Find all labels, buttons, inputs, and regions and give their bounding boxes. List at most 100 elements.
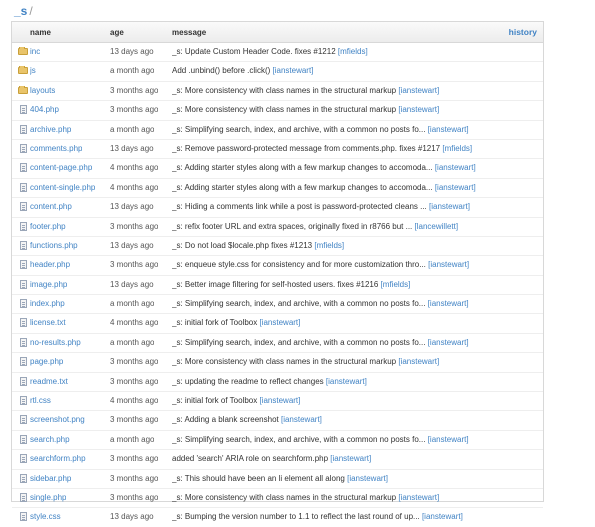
file-name-link[interactable]: content-page.php [30, 163, 92, 172]
file-age: 3 months ago [110, 260, 159, 270]
commit-author-link[interactable]: [ianstewart] [281, 415, 322, 424]
file-name-link[interactable]: no-results.php [30, 338, 81, 347]
commit-author-link[interactable]: [ianstewart] [259, 318, 300, 327]
commit-message-text: _s: More consistency with class names in… [172, 85, 397, 95]
commit-author-link[interactable]: [ianstewart] [398, 105, 439, 114]
file-icon [18, 299, 29, 309]
commit-message-text: _s: updating the readme to reflect chang… [172, 376, 324, 386]
file-name-link[interactable]: 404.php [30, 105, 59, 114]
file-age: 4 months ago [110, 318, 159, 328]
commit-message-text: _s: Hiding a comments link while a post … [172, 202, 427, 212]
table-row: search.php a month ago _s: Simplifying sea… [12, 429, 543, 449]
file-age: 4 months ago [110, 163, 159, 173]
commit-author-link[interactable]: [ianstewart] [273, 66, 314, 75]
file-name-link[interactable]: index.php [30, 299, 65, 308]
commit-author-link[interactable]: [mfields] [442, 144, 472, 153]
column-header-name: name [30, 28, 51, 37]
commit-author-link[interactable]: [ianstewart] [347, 474, 388, 483]
file-name-link[interactable]: comments.php [30, 144, 82, 153]
file-name-link[interactable]: layouts [30, 86, 55, 95]
file-age: 13 days ago [110, 47, 154, 56]
file-icon [18, 143, 29, 153]
commit-author-link[interactable]: [ianstewart] [435, 183, 476, 192]
file-name-link[interactable]: single.php [30, 493, 66, 502]
file-age: 3 months ago [110, 85, 159, 95]
file-name-link[interactable]: license.txt [30, 318, 66, 327]
commit-message-text: _s: More consistency with class names in… [172, 105, 397, 115]
commit-message-text: _s: Remove password-protected message fr… [172, 143, 441, 153]
commit-author-link[interactable]: [ianstewart] [428, 338, 469, 347]
commit-author-link[interactable]: [ianstewart] [428, 125, 469, 134]
table-row: content.php 13 days ago _s: Hiding a comme… [12, 197, 543, 216]
commit-message: _s: This should have been an li element … [172, 474, 540, 483]
commit-message: _s: More consistency with class names in… [172, 357, 540, 366]
column-header-message: message [172, 28, 207, 37]
file-age: 13 days ago [110, 240, 154, 250]
file-icon [18, 337, 29, 347]
file-name-link[interactable]: content-single.php [30, 183, 95, 192]
commit-message-text: _s: refix footer URL and extra spaces, o… [172, 221, 413, 231]
file-icon [18, 279, 29, 289]
file-name-link[interactable]: style.css [30, 512, 61, 521]
commit-message-text: _s: initial fork of Toolbox [172, 318, 258, 328]
commit-author-link[interactable]: [ianstewart] [435, 163, 476, 172]
file-list: inc 13 days ago _s: Update Custom Header C… [12, 43, 543, 527]
file-age: a month ago [110, 66, 155, 76]
table-row: functions.php 13 days ago _s: Do not load … [12, 235, 543, 255]
commit-message: _s: initial fork of Toolbox [ianstewart] [172, 396, 540, 405]
column-header-age: age [110, 28, 124, 37]
commit-message: _s: updating the readme to reflect chang… [172, 377, 540, 386]
file-name-link[interactable]: header.php [30, 260, 70, 269]
file-name-link[interactable]: js [30, 66, 36, 75]
file-icon [18, 357, 29, 367]
commit-author-link[interactable]: [lancewillett] [415, 222, 459, 231]
commit-message: _s: Simplifying search, index, and archi… [172, 338, 540, 347]
breadcrumb-root-link[interactable]: _s [14, 4, 27, 18]
commit-author-link[interactable]: [ianstewart] [428, 299, 469, 308]
file-name-link[interactable]: functions.php [30, 241, 78, 250]
commit-author-link[interactable]: [ianstewart] [259, 396, 300, 405]
commit-author-link[interactable]: [mfields] [314, 241, 344, 250]
commit-author-link[interactable]: [mfields] [381, 280, 411, 289]
file-name-link[interactable]: searchform.php [30, 454, 86, 463]
commit-author-link[interactable]: [ianstewart] [429, 202, 470, 211]
table-row: content-page.php 4 months ago _s: Adding s… [12, 158, 543, 177]
file-name-link[interactable]: content.php [30, 202, 72, 211]
commit-message-text: _s: Better image filtering for self-host… [172, 279, 379, 289]
file-name-link[interactable]: footer.php [30, 222, 66, 231]
commit-author-link[interactable]: [mfields] [338, 47, 368, 56]
commit-author-link[interactable]: [ianstewart] [398, 86, 439, 95]
commit-author-link[interactable]: [ianstewart] [428, 435, 469, 444]
commit-author-link[interactable]: [ianstewart] [330, 454, 371, 463]
file-icon [18, 260, 29, 270]
file-name-link[interactable]: image.php [30, 280, 67, 289]
file-name-link[interactable]: page.php [30, 357, 63, 366]
file-age: 3 months ago [110, 105, 159, 115]
commit-author-link[interactable]: [ianstewart] [398, 493, 439, 502]
commit-message: _s: Adding a blank screenshot [ianstewar… [172, 415, 540, 424]
commit-author-link[interactable]: [ianstewart] [398, 357, 439, 366]
commit-message: _s: Remove password-protected message fr… [172, 144, 540, 153]
commit-author-link[interactable]: [ianstewart] [422, 512, 463, 521]
file-name-link[interactable]: sidebar.php [30, 474, 71, 483]
commit-message-text: _s: This should have been an li element … [172, 473, 345, 483]
file-name-link[interactable]: readme.txt [30, 377, 68, 386]
commit-message: added 'search' ARIA role on searchform.p… [172, 454, 540, 463]
file-name-link[interactable]: archive.php [30, 125, 71, 134]
commit-message-text: _s: Simplifying search, index, and archi… [172, 299, 426, 309]
commit-author-link[interactable]: [ianstewart] [326, 377, 367, 386]
file-age: 3 months ago [110, 376, 159, 386]
history-link[interactable]: history [509, 27, 537, 37]
file-icon [18, 221, 29, 231]
file-name-link[interactable]: screenshot.png [30, 415, 85, 424]
file-age: 4 months ago [110, 396, 159, 406]
table-row: js a month ago Add .unbind() before .click… [12, 61, 543, 80]
file-name-link[interactable]: rtl.css [30, 396, 51, 405]
file-icon [18, 182, 29, 192]
file-name-link[interactable]: inc [30, 47, 40, 56]
file-age: 3 months ago [110, 221, 159, 231]
commit-author-link[interactable]: [ianstewart] [428, 260, 469, 269]
file-name-link[interactable]: search.php [30, 435, 70, 444]
table-row: 404.php 3 months ago _s: More consistency … [12, 100, 543, 119]
file-age: 4 months ago [110, 182, 159, 192]
